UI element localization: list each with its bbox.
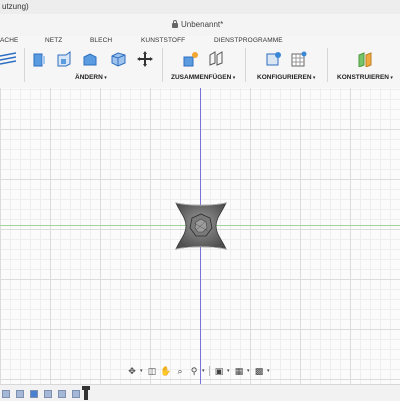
timeline-bar — [0, 384, 400, 401]
display-settings-icon[interactable]: ▣ — [213, 365, 225, 377]
toolbar-separator — [24, 48, 25, 82]
window-title-bar: utzung) — [0, 0, 400, 15]
chevron-down-icon[interactable]: ▾ — [267, 368, 271, 374]
document-title-label: Unbenannt* — [181, 20, 224, 29]
as-built-joint-icon[interactable] — [208, 51, 224, 67]
chevron-down-icon[interactable]: ▾ — [227, 368, 231, 374]
toolbar-separator — [162, 48, 163, 82]
zoom-icon[interactable]: ⌕ — [174, 365, 186, 377]
parameters-icon[interactable] — [291, 51, 307, 67]
viewports-icon[interactable]: ▩ — [253, 365, 265, 377]
chamfer-icon[interactable] — [82, 51, 98, 67]
timeline-marker[interactable] — [82, 386, 90, 400]
spinner-model[interactable] — [170, 200, 232, 252]
tab-dienstprogramme[interactable]: DIENSTPROGRAMME — [214, 37, 283, 44]
nav-separator — [209, 366, 210, 376]
construct-plane-icon[interactable] — [357, 51, 373, 67]
tab-kunststoff[interactable]: KUNSTSTOFF — [141, 37, 185, 44]
window-title: utzung) — [2, 2, 29, 11]
fit-icon[interactable]: ⚲ — [188, 365, 200, 377]
group-label-konfigurieren[interactable]: KONFIGURIEREN — [257, 74, 315, 81]
tab-flaeche[interactable]: ACHE — [0, 37, 18, 44]
timeline-feature-icon[interactable] — [72, 390, 80, 398]
pan-icon[interactable]: ◫ — [146, 365, 158, 377]
navigation-bar: ✥ ▾ ◫ ✋ ⌕ ⚲ ▾ ▣ ▾ ▦ ▾ ▩ ▾ — [126, 364, 274, 378]
timeline-feature-icon[interactable] — [44, 390, 52, 398]
group-label-konstruieren[interactable]: KONSTRUIEREN — [337, 74, 393, 81]
timeline-feature-icon[interactable] — [16, 390, 24, 398]
move-icon[interactable] — [137, 51, 153, 67]
canvas-viewport[interactable]: ✥ ▾ ◫ ✋ ⌕ ⚲ ▾ ▣ ▾ ▦ ▾ ▩ ▾ — [0, 88, 400, 384]
document-title[interactable]: Unbenannt* — [172, 20, 223, 29]
chevron-down-icon[interactable]: ▾ — [247, 368, 251, 374]
ribbon-tabs: ACHE NETZ BLECH KUNSTSTOFF DIENSTPROGRAM… — [0, 36, 400, 46]
tab-blech[interactable]: BLECH — [90, 37, 112, 44]
hand-icon[interactable]: ✋ — [160, 365, 172, 377]
sketch-lines-icon[interactable] — [0, 51, 16, 67]
toolbar-separator — [245, 48, 246, 82]
tab-netz[interactable]: NETZ — [45, 37, 62, 44]
group-label-aendern[interactable]: ÄNDERN — [75, 74, 107, 81]
chevron-down-icon[interactable]: ▾ — [202, 368, 206, 374]
press-pull-icon[interactable] — [32, 51, 48, 67]
timeline-feature-icon[interactable] — [58, 390, 66, 398]
configure-icon[interactable] — [266, 51, 282, 67]
document-tab-bar: Unbenannt* — [0, 14, 400, 37]
timeline-feature-icon[interactable] — [30, 390, 38, 398]
visual-style-icon[interactable]: ▦ — [233, 365, 245, 377]
joint-icon[interactable] — [183, 51, 199, 67]
fillet-icon[interactable] — [56, 51, 72, 67]
shell-icon[interactable] — [110, 51, 126, 67]
timeline-feature-icon[interactable] — [2, 390, 10, 398]
chevron-down-icon[interactable]: ▾ — [140, 368, 144, 374]
ribbon-toolbar: ACHE NETZ BLECH KUNSTSTOFF DIENSTPROGRAM… — [0, 36, 400, 89]
group-label-zusammenfuegen[interactable]: ZUSAMMENFÜGEN — [171, 74, 235, 81]
lock-icon — [172, 20, 178, 28]
toolbar-separator — [327, 48, 328, 82]
orbit-icon[interactable]: ✥ — [126, 365, 138, 377]
